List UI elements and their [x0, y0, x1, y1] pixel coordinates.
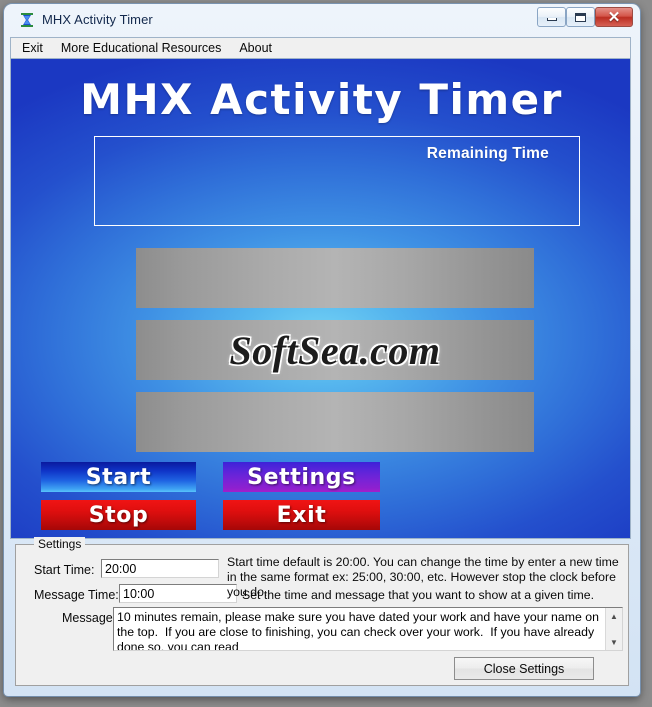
- application-window: MHX Activity Timer ✕ Exit More Education…: [4, 4, 640, 696]
- scroll-up-icon[interactable]: ▲: [606, 609, 622, 623]
- menu-item-about[interactable]: About: [232, 39, 279, 57]
- title-bar: MHX Activity Timer ✕: [9, 4, 635, 36]
- message-label: Message: [62, 611, 113, 625]
- window-title: MHX Activity Timer: [42, 12, 153, 27]
- message-time-input[interactable]: [119, 584, 237, 603]
- maximize-button[interactable]: [566, 7, 595, 27]
- close-window-button[interactable]: ✕: [595, 7, 633, 27]
- window-inner: MHX Activity Timer ✕ Exit More Education…: [9, 4, 635, 691]
- hourglass-icon: [21, 13, 33, 27]
- page-title: MHX Activity Timer: [80, 75, 563, 124]
- settings-group-legend: Settings: [34, 537, 86, 551]
- menu-bar: Exit More Educational Resources About: [10, 37, 631, 58]
- display-panel-2: SoftSea.com: [136, 320, 534, 380]
- display-panel-3: [136, 392, 534, 452]
- maximize-icon: [567, 8, 594, 26]
- start-time-input[interactable]: [101, 559, 219, 578]
- app-canvas: MHX Activity Timer Remaining Time SoftSe…: [10, 58, 631, 539]
- settings-group-box: Settings Start Time: Message Time: Start…: [15, 537, 629, 686]
- remaining-time-label: Remaining Time: [426, 145, 549, 162]
- message-time-helper-text: Set the time and message that you want t…: [242, 588, 595, 602]
- minimize-button[interactable]: [537, 7, 566, 27]
- menu-item-more-educational-resources[interactable]: More Educational Resources: [54, 39, 229, 57]
- message-field-wrapper: 10 minutes remain, please make sure you …: [113, 607, 623, 651]
- message-time-label: Message Time:: [34, 588, 119, 602]
- scroll-down-icon[interactable]: ▼: [606, 635, 622, 649]
- exit-button[interactable]: Exit: [223, 500, 380, 530]
- remaining-time-display: Remaining Time: [94, 136, 580, 226]
- menu-item-exit[interactable]: Exit: [15, 39, 50, 57]
- softsea-watermark: SoftSea.com: [229, 327, 441, 373]
- close-icon: ✕: [607, 8, 621, 26]
- stop-button[interactable]: Stop: [41, 500, 196, 530]
- minimize-icon: [538, 8, 565, 26]
- message-scrollbar[interactable]: ▲ ▼: [605, 608, 622, 650]
- message-textarea[interactable]: 10 minutes remain, please make sure you …: [114, 608, 607, 650]
- start-time-label: Start Time:: [34, 563, 95, 577]
- display-panel-1: [136, 248, 534, 308]
- settings-button[interactable]: Settings: [223, 462, 380, 492]
- close-settings-button[interactable]: Close Settings: [454, 657, 594, 680]
- start-button[interactable]: Start: [41, 462, 196, 492]
